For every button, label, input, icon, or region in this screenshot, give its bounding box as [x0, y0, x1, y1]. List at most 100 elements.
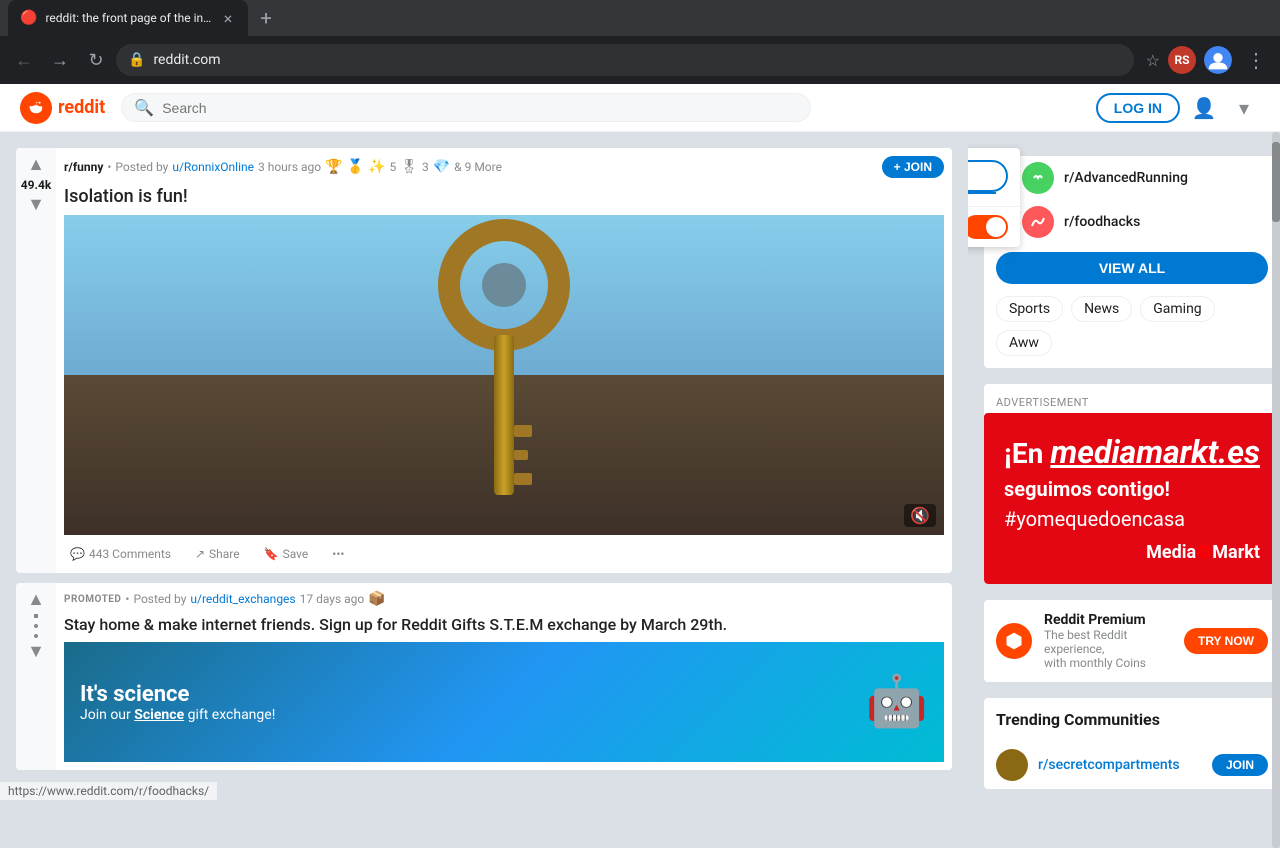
science-text: It's science Join our Science gift excha…: [80, 682, 275, 723]
mute-icon[interactable]: 🔇: [904, 504, 936, 527]
emoji2: 🥇: [347, 159, 364, 175]
category-pills: Sports News Gaming Aww: [984, 296, 1280, 368]
tab-bar: 🔴 reddit: the front page of the inte... …: [0, 0, 1280, 36]
header-actions: LOG IN 👤 ▾: [1096, 92, 1260, 124]
vote-count: 49.4k: [21, 178, 52, 192]
top-communities-card: 4 r/AdvancedRunning 5 r/foodhacks VIEW A…: [984, 156, 1280, 368]
promoted-posted-by: Posted by: [133, 592, 186, 606]
refresh-button[interactable]: ↻: [80, 44, 112, 76]
downvote-button[interactable]: ▼: [27, 196, 45, 214]
community-name-4[interactable]: r/AdvancedRunning: [1064, 170, 1268, 186]
post-author-link[interactable]: u/RonnixOnline: [172, 160, 254, 174]
forward-button[interactable]: →: [44, 44, 76, 76]
advertisement-card: ADVERTISEMENT ¡En mediamarkt.es seguimos…: [984, 384, 1280, 584]
comment-count: 443 Comments: [89, 547, 171, 561]
ad-logo: Media⚙Markt: [1004, 539, 1260, 564]
profile-button[interactable]: RS: [1168, 46, 1196, 74]
promoted-post-body: PROMOTED • Posted by u/reddit_exchanges …: [56, 583, 952, 770]
address-bar[interactable]: 🔒 reddit.com: [116, 44, 1134, 76]
post-card-promoted: ▲ ▼ PROMOTED • Posted by u/reddit_exchan…: [16, 583, 952, 770]
emoji7: 💎: [433, 159, 450, 175]
toolbar-right: ☆ RS ⋮: [1146, 44, 1272, 76]
post-subreddit-link[interactable]: r/funny: [64, 160, 103, 174]
ad-brand: mediamarkt.es: [1050, 433, 1260, 471]
search-input[interactable]: [162, 100, 798, 116]
lock-icon: 🔒: [128, 52, 145, 68]
new-tab-button[interactable]: +: [252, 4, 280, 32]
search-box[interactable]: 🔍: [121, 93, 811, 122]
vote-column-promoted: ▲ ▼: [16, 583, 56, 770]
scrollbar-track[interactable]: [1272, 132, 1280, 848]
bookmark-icon[interactable]: ☆: [1146, 51, 1160, 70]
browser-menu-button[interactable]: ⋮: [1240, 44, 1272, 76]
community-name-5[interactable]: r/foodhacks: [1064, 214, 1268, 230]
underline-indicator: [968, 192, 996, 194]
save-icon: 🔖: [264, 547, 279, 561]
view-all-button[interactable]: VIEW ALL: [996, 252, 1268, 284]
emoji6: 3: [422, 160, 429, 174]
pill-sports[interactable]: Sports: [996, 296, 1063, 322]
emoji5: 🎖: [400, 159, 418, 175]
premium-card: Reddit Premium The best Reddit experienc…: [984, 600, 1280, 682]
comments-button[interactable]: 💬 443 Comments: [64, 543, 177, 565]
tab-favicon: 🔴: [20, 10, 37, 26]
science-subtitle: Join our Science gift exchange!: [80, 707, 275, 723]
share-icon: ↗: [195, 547, 205, 561]
site-header: reddit 🔍 LOG IN 👤 ▾: [0, 84, 1280, 132]
try-now-button[interactable]: TRY NOW: [1184, 628, 1268, 654]
share-button[interactable]: ↗ Share: [189, 543, 246, 565]
promoted-author[interactable]: u/reddit_exchanges: [190, 592, 295, 606]
active-tab[interactable]: 🔴 reddit: the front page of the inte... …: [8, 0, 248, 36]
pill-gaming[interactable]: Gaming: [1140, 296, 1214, 322]
science-mascot: 🤖: [866, 673, 928, 731]
join-button[interactable]: + JOIN: [882, 156, 944, 178]
trending-row-1: r/secretcompartments JOIN: [984, 741, 1280, 789]
save-label: Save: [283, 547, 309, 561]
promoted-meta: PROMOTED • Posted by u/reddit_exchanges …: [64, 591, 944, 607]
ad-main-text: ¡En mediamarkt.es: [1004, 433, 1260, 471]
emoji4: 5: [389, 160, 396, 174]
login-dropdown: LOG IN 2 S: [968, 148, 1020, 247]
promoted-time: 17 days ago: [300, 592, 365, 606]
premium-title: Reddit Premium: [1044, 612, 1172, 628]
posted-by-label: Posted by: [115, 160, 168, 174]
premium-subtitle: The best Reddit experience, with monthly…: [1044, 628, 1172, 670]
ad-subtext: seguimos contigo!: [1004, 477, 1260, 501]
reddit-logo[interactable]: reddit: [20, 92, 105, 124]
promoted-image: It's science Join our Science gift excha…: [64, 642, 944, 762]
comment-icon: 💬: [70, 547, 85, 561]
downvote-button-promoted[interactable]: ▼: [27, 643, 45, 661]
toggle-knob: [986, 217, 1006, 237]
login-button[interactable]: LOG IN: [1096, 93, 1180, 123]
trending-name-1[interactable]: r/secretcompartments: [1038, 757, 1202, 773]
ad-hashtag: #yomequedoencasa: [1004, 507, 1260, 531]
upvote-button[interactable]: ▲: [27, 156, 45, 174]
more-options-button[interactable]: •••: [326, 543, 350, 565]
pill-news[interactable]: News: [1071, 296, 1132, 322]
premium-icon: [996, 623, 1032, 659]
page-content: ▲ 49.4k ▼ r/funny • Posted by u/RonnixOn…: [0, 132, 1280, 848]
upvote-button-promoted[interactable]: ▲: [27, 591, 45, 609]
community-icon-4: [1022, 162, 1054, 194]
login-dropdown-button[interactable]: LOG IN: [968, 160, 1008, 192]
ad-banner[interactable]: ¡En mediamarkt.es seguimos contigo! #yom…: [984, 413, 1280, 584]
login-btn-area: LOG IN: [968, 148, 1020, 206]
trending-card: Trending Communities r/secretcompartment…: [984, 698, 1280, 789]
toggle-switch[interactable]: [968, 215, 1008, 239]
tab-close-btn[interactable]: ×: [220, 10, 236, 26]
back-button[interactable]: ←: [8, 44, 40, 76]
dropdown-arrow[interactable]: ▾: [1228, 92, 1260, 124]
reddit-icon: [20, 92, 52, 124]
community-row-5: 5 r/foodhacks: [984, 200, 1280, 244]
premium-text: Reddit Premium The best Reddit experienc…: [1044, 612, 1172, 670]
pill-aww[interactable]: Aww: [996, 330, 1052, 356]
post-media: 🔇: [64, 215, 944, 535]
trending-join-button-1[interactable]: JOIN: [1212, 754, 1268, 776]
trending-icon-1: [996, 749, 1028, 781]
community-icon-5: [1022, 206, 1054, 238]
user-icon[interactable]: 👤: [1188, 92, 1220, 124]
account-button[interactable]: [1204, 46, 1232, 74]
ad-label: ADVERTISEMENT: [984, 384, 1280, 413]
save-button[interactable]: 🔖 Save: [258, 543, 315, 565]
separator: •: [107, 160, 111, 174]
